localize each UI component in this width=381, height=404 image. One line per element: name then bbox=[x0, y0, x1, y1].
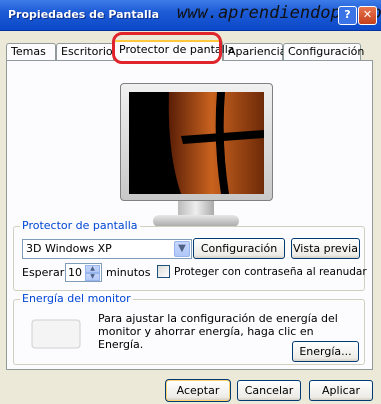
chevron-down-icon[interactable]: ▼ bbox=[174, 241, 190, 257]
close-button[interactable]: ✕ bbox=[358, 6, 377, 25]
energy-star-icon bbox=[31, 319, 81, 349]
wait-minutes-value: 10 bbox=[68, 266, 82, 279]
wait-minutes-input[interactable]: 10 ▲ ▼ bbox=[65, 263, 102, 282]
title-bar[interactable]: Propiedades de Pantalla www.aprendiendop… bbox=[0, 0, 381, 31]
screensaver-select[interactable]: 3D Windows XP ▼ bbox=[22, 239, 192, 259]
tab-escritorio[interactable]: Escritorio bbox=[56, 43, 114, 60]
energy-group-label: Energía del monitor bbox=[20, 292, 133, 305]
password-checkbox[interactable] bbox=[157, 265, 170, 278]
monitor-preview bbox=[120, 83, 273, 238]
energy-button[interactable]: Energía... bbox=[292, 341, 359, 362]
minutes-label: minutos bbox=[106, 266, 151, 279]
tab-highlight-annotation bbox=[112, 32, 222, 64]
wait-label: Esperar: bbox=[22, 266, 68, 279]
screensaver-select-value: 3D Windows XP bbox=[26, 242, 112, 255]
screensaver-group-label: Protector de pantalla bbox=[20, 219, 140, 232]
password-checkbox-label[interactable]: Proteger con contraseña al reanudar bbox=[174, 266, 367, 278]
tab-configuracion[interactable]: Configuración bbox=[283, 43, 364, 60]
monitor-bezel bbox=[120, 83, 273, 201]
preview-screen bbox=[129, 92, 264, 194]
ok-button[interactable]: Aceptar bbox=[165, 379, 231, 402]
wait-spinner[interactable]: ▲ ▼ bbox=[85, 265, 100, 281]
tab-panel: Protector de pantalla 3D Windows XP ▼ Co… bbox=[6, 60, 373, 370]
screensaver-group: Protector de pantalla 3D Windows XP ▼ Co… bbox=[13, 219, 367, 291]
spin-down-icon[interactable]: ▼ bbox=[85, 273, 100, 281]
apply-button[interactable]: Aplicar bbox=[309, 380, 373, 401]
configuration-button[interactable]: Configuración bbox=[193, 238, 285, 259]
help-button[interactable]: ? bbox=[338, 6, 357, 25]
tab-temas[interactable]: Temas bbox=[6, 43, 56, 60]
screensaver-preview-image bbox=[129, 92, 264, 194]
window-title: Propiedades de Pantalla bbox=[8, 8, 159, 21]
spin-up-icon[interactable]: ▲ bbox=[85, 265, 100, 273]
energy-group: Energía del monitor Para ajustar la conf… bbox=[13, 292, 365, 365]
preview-button[interactable]: Vista previa bbox=[291, 238, 360, 259]
cancel-button[interactable]: Cancelar bbox=[237, 380, 301, 401]
